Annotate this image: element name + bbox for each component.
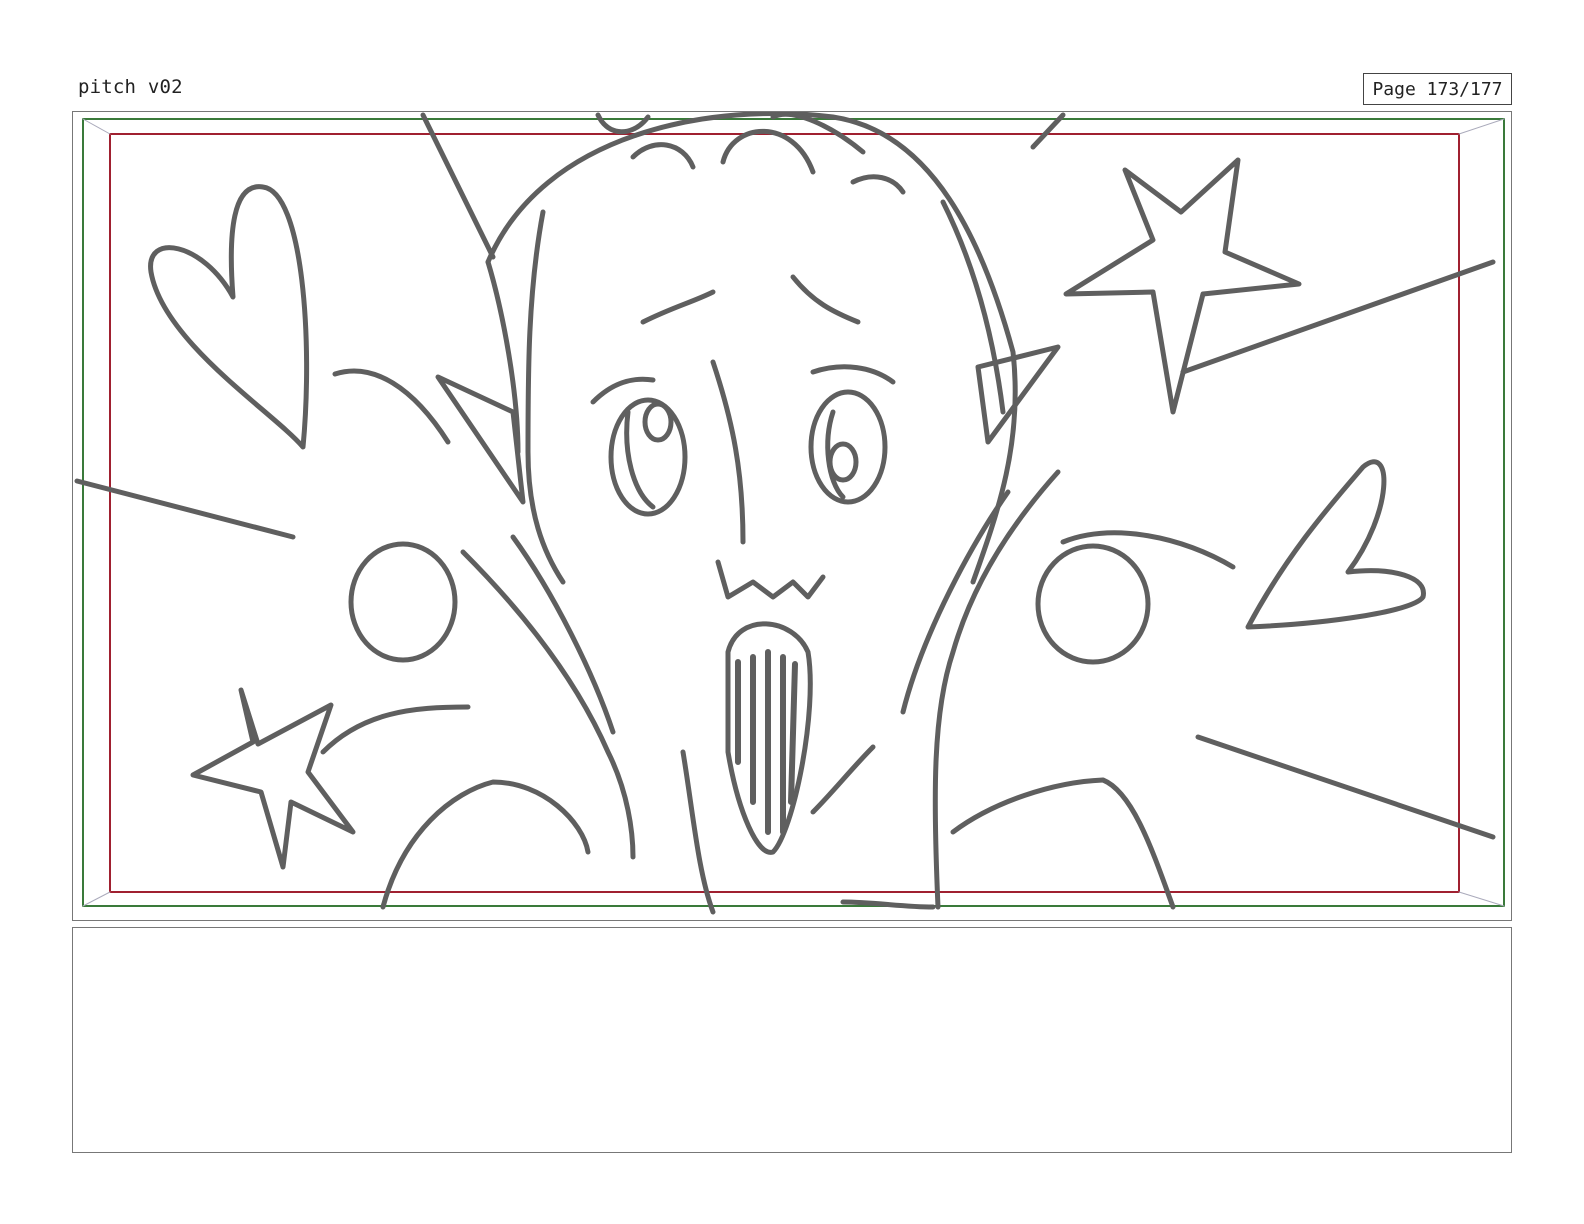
star-doodle-right [1063, 157, 1302, 415]
eye-highlight-left [642, 401, 674, 443]
panel-notes-box[interactable] [72, 927, 1512, 1153]
star-doodle-left [190, 687, 356, 870]
storyboard-sketch [74, 112, 1505, 915]
storyboard-panel [72, 111, 1512, 921]
document-title: pitch v02 [78, 76, 183, 98]
heart-doodle-right [1245, 459, 1426, 630]
heart-doodle-left [148, 184, 310, 450]
page-number-box: Page 173/177 [1363, 73, 1512, 105]
